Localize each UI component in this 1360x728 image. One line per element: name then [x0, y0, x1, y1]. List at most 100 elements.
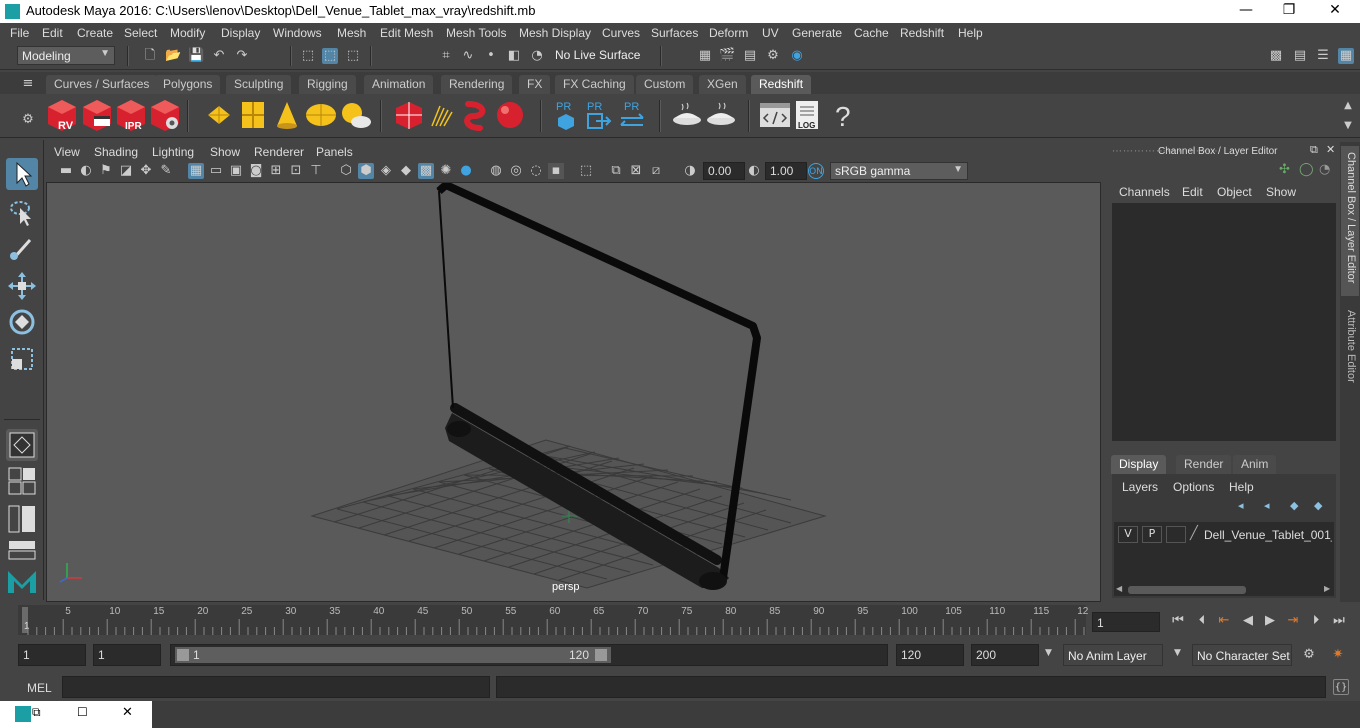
- close-panel-icon[interactable]: ✕: [1326, 143, 1335, 156]
- range-handle-left[interactable]: [177, 649, 189, 661]
- layer-color-icon[interactable]: ╱: [1190, 526, 1198, 541]
- go-to-end-icon[interactable]: ⏭: [1331, 613, 1347, 629]
- animation-end-field[interactable]: 200: [971, 644, 1039, 666]
- shelf-tab-xgen[interactable]: XGen: [699, 75, 746, 94]
- use-all-lights-icon[interactable]: ✺: [438, 163, 454, 179]
- isolate-select-icon[interactable]: ⬚: [578, 163, 594, 179]
- step-back-frame-icon[interactable]: ⏴: [1194, 613, 1210, 629]
- exposure-icon[interactable]: ◑: [682, 163, 698, 179]
- gamma-icon[interactable]: ◐: [746, 163, 762, 179]
- menu-modify[interactable]: Modify: [170, 26, 205, 40]
- layer-menu-options[interactable]: Options: [1173, 480, 1214, 494]
- menu-help[interactable]: Help: [958, 26, 983, 40]
- redshift-object-properties-icon[interactable]: [202, 98, 236, 132]
- viewport-menu-panels[interactable]: Panels: [316, 145, 353, 159]
- camera-attributes-icon[interactable]: ◐: [78, 163, 94, 179]
- shelf-settings-icon[interactable]: ⚙: [20, 112, 36, 128]
- channel-menu-channels[interactable]: Channels: [1119, 185, 1170, 199]
- select-object-icon[interactable]: ⬚: [322, 48, 338, 64]
- redshift-volume-icon[interactable]: [460, 98, 494, 132]
- tool-settings-toggle-icon[interactable]: ☰: [1315, 48, 1331, 64]
- menu-cache[interactable]: Cache: [854, 26, 889, 40]
- paint-select-tool-icon[interactable]: [6, 232, 38, 264]
- channel-menu-show[interactable]: Show: [1266, 185, 1296, 199]
- float-panel-icon[interactable]: ⧉: [1310, 143, 1318, 157]
- menu-deform[interactable]: Deform: [709, 26, 748, 40]
- render-frame-icon[interactable]: 🎬: [719, 48, 735, 64]
- redshift-script-icon[interactable]: [758, 98, 792, 132]
- redshift-bake-options-icon[interactable]: [704, 98, 738, 132]
- menu-curves[interactable]: Curves: [602, 26, 640, 40]
- shelf-tab-fx[interactable]: FX: [519, 75, 551, 94]
- snap-surface-icon[interactable]: ◔: [529, 48, 545, 64]
- graph-layout-icon[interactable]: [8, 540, 36, 560]
- motion-blur-icon[interactable]: ◎: [508, 163, 524, 179]
- attribute-editor-toggle-icon[interactable]: ▤: [1292, 48, 1308, 64]
- layer-row[interactable]: V P ╱ Dell_Venue_Tablet_001_l: [1118, 526, 1332, 544]
- step-forward-frame-icon[interactable]: ⏵: [1308, 613, 1324, 629]
- rotate-tool-icon[interactable]: [6, 306, 38, 338]
- menu-generate[interactable]: Generate: [792, 26, 842, 40]
- redshift-proxy-export-icon[interactable]: PR: [549, 98, 583, 132]
- time-ruler[interactable]: 1 5 10 15 20 25 30 35 40 45 50 55 60 65 70 75 80 85 90 95 1…: [18, 605, 1088, 635]
- shadows-icon[interactable]: ●: [458, 163, 474, 179]
- menu-surfaces[interactable]: Surfaces: [651, 26, 698, 40]
- play-backwards-icon[interactable]: ◀: [1240, 613, 1256, 629]
- menu-file[interactable]: File: [10, 26, 29, 40]
- move-layer-up-icon[interactable]: ◂: [1238, 499, 1244, 512]
- open-scene-icon[interactable]: 📂: [165, 48, 181, 64]
- snap-curve-icon[interactable]: ∿: [460, 48, 476, 64]
- image-plane-icon[interactable]: ◪: [118, 163, 134, 179]
- redshift-help-icon[interactable]: ?: [826, 98, 860, 132]
- shelf-tab-animation[interactable]: Animation: [364, 75, 434, 94]
- new-scene-icon[interactable]: 🗋: [142, 48, 158, 64]
- bookmark-icon[interactable]: ⚑: [98, 163, 114, 179]
- shelf-scroll-up-icon[interactable]: ▲: [1340, 98, 1356, 114]
- xray-joints-icon[interactable]: ⊠: [628, 163, 644, 179]
- menu-mesh[interactable]: Mesh: [337, 26, 366, 40]
- save-scene-icon[interactable]: 💾: [188, 48, 204, 64]
- safe-title-icon[interactable]: ⊤: [308, 163, 324, 179]
- current-frame-field[interactable]: 1: [1092, 612, 1160, 632]
- select-camera-icon[interactable]: ▬: [58, 163, 74, 179]
- undo-icon[interactable]: ↶: [211, 48, 227, 64]
- layer-playback-toggle[interactable]: P: [1142, 526, 1162, 543]
- layer-menu-help[interactable]: Help: [1229, 480, 1254, 494]
- step-back-key-icon[interactable]: ⇤: [1216, 613, 1232, 629]
- animation-preferences-icon[interactable]: ✷: [1330, 647, 1346, 663]
- select-tool-icon[interactable]: [6, 158, 38, 190]
- gate-mask-icon[interactable]: ◙: [248, 163, 264, 179]
- layer-name[interactable]: Dell_Venue_Tablet_001_l: [1204, 528, 1332, 542]
- new-layer-icon[interactable]: ◆: [1290, 499, 1298, 512]
- grease-pencil-icon[interactable]: ✎: [158, 163, 174, 179]
- smooth-shade-icon[interactable]: ⬢: [358, 163, 374, 179]
- minimize-button[interactable]: —: [1236, 2, 1256, 20]
- redshift-log-icon[interactable]: LOG: [792, 98, 826, 132]
- menu-set-dropdown[interactable]: Modeling ▼: [17, 46, 115, 65]
- close-button[interactable]: ✕: [1325, 2, 1345, 20]
- redshift-ipr-icon[interactable]: IPR: [114, 98, 148, 132]
- scroll-left-icon[interactable]: ◀: [1116, 584, 1122, 593]
- live-surface-field[interactable]: No Live Surface: [551, 46, 647, 65]
- auto-key-icon[interactable]: ⚙: [1301, 647, 1317, 663]
- xray-icon[interactable]: ⧉: [608, 163, 624, 179]
- single-perspective-layout-icon[interactable]: [6, 429, 38, 461]
- shelf-tab-rigging[interactable]: Rigging: [299, 75, 356, 94]
- viewport-menu-shading[interactable]: Shading: [94, 145, 138, 159]
- scale-tool-icon[interactable]: [6, 343, 38, 375]
- hyperbolic-icon[interactable]: ◔: [1319, 162, 1330, 177]
- hypershade-icon[interactable]: ◉: [789, 48, 805, 64]
- shelf-tab-polygons[interactable]: Polygons: [155, 75, 221, 94]
- shelf-tab-rendering[interactable]: Rendering: [441, 75, 513, 94]
- shelf-tab-curves-surfaces[interactable]: Curves / Surfaces: [46, 75, 158, 94]
- script-language-label[interactable]: MEL: [27, 681, 52, 695]
- shelf-tab-sculpting[interactable]: Sculpting: [226, 75, 292, 94]
- menu-redshift[interactable]: Redshift: [900, 26, 944, 40]
- playback-start-field[interactable]: 1: [93, 644, 161, 666]
- depth-of-field-icon[interactable]: ▪: [548, 163, 564, 179]
- redshift-mesh-params-icon[interactable]: [236, 98, 270, 132]
- view-transform-dropdown[interactable]: sRGB gamma ▼: [830, 162, 968, 180]
- ipr-render-icon[interactable]: ▤: [742, 48, 758, 64]
- script-editor-icon[interactable]: {}: [1333, 679, 1349, 695]
- xray-active-icon[interactable]: ⧄: [648, 163, 664, 179]
